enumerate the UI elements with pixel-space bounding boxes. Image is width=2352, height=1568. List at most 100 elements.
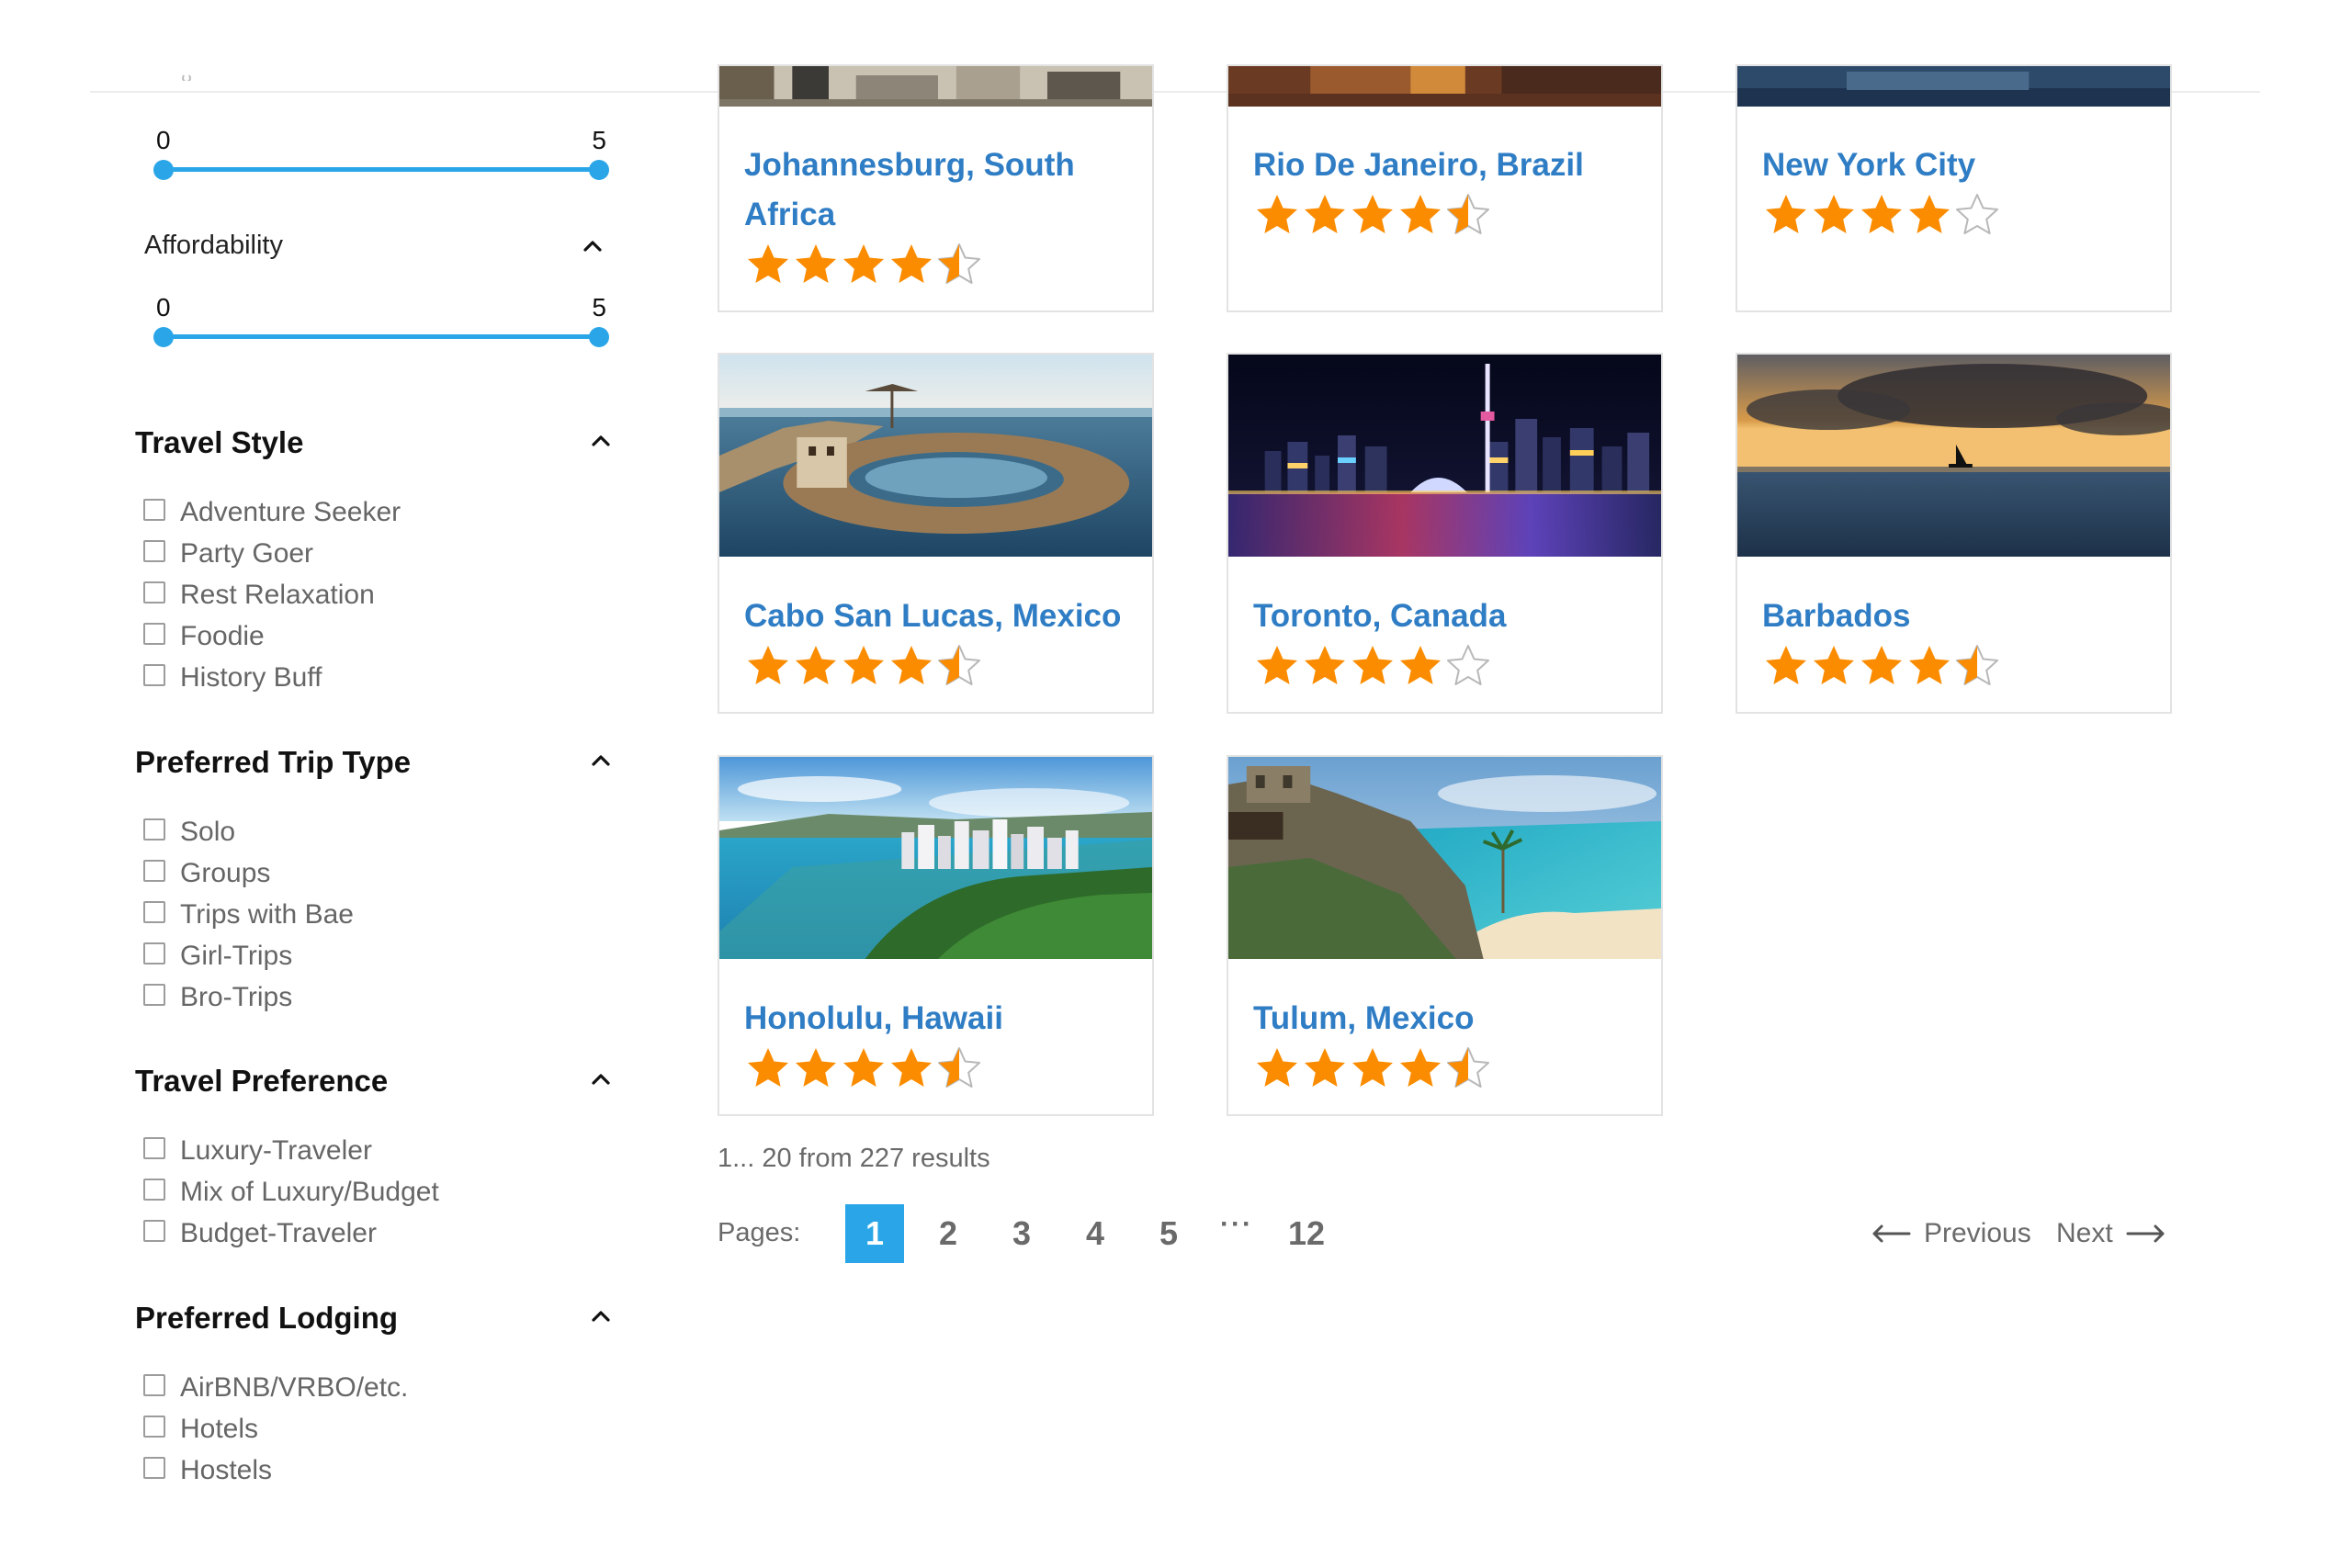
checkbox-label: Budget-Traveler — [180, 1218, 377, 1248]
destination-card[interactable]: Honolulu, Hawaii — [718, 755, 1154, 1116]
checkbox-box[interactable] — [143, 860, 165, 882]
checkbox-airbnb-vrbo[interactable]: AirBNB/VRBO/etc. — [143, 1370, 408, 1406]
destination-title-link[interactable]: Honolulu, Hawaii — [744, 994, 1139, 1043]
checkbox-bro-trips[interactable]: Bro-Trips — [143, 979, 292, 1016]
affordability-range-track[interactable] — [164, 334, 599, 339]
affordability-range-slider[interactable]: 0 5 — [152, 293, 611, 367]
checkbox-groups[interactable]: Groups — [143, 855, 270, 892]
rating-range-min-handle[interactable] — [153, 160, 174, 180]
page-5-button[interactable]: 5 — [1139, 1204, 1198, 1263]
rating-range-track[interactable] — [164, 167, 599, 172]
star-full-icon — [891, 646, 932, 684]
checkbox-hostels[interactable]: Hostels — [143, 1452, 272, 1489]
checkbox-foodie[interactable]: Foodie — [143, 618, 265, 655]
previous-page-label: Previous — [1924, 1218, 2031, 1248]
page-12-button[interactable]: 12 — [1277, 1204, 1336, 1263]
page-2-button[interactable]: 2 — [919, 1204, 978, 1263]
checkbox-box[interactable] — [143, 499, 165, 521]
star-full-icon — [843, 646, 884, 684]
checkbox-budget-traveler[interactable]: Budget-Traveler — [143, 1215, 377, 1252]
affordability-range-min-handle[interactable] — [153, 327, 174, 347]
star-full-icon — [1861, 646, 1902, 684]
destination-card[interactable]: Toronto, Canada — [1227, 353, 1663, 714]
previous-page-link[interactable]: Previous — [1871, 1218, 2031, 1249]
checkbox-box[interactable] — [143, 1179, 165, 1201]
checkbox-adventure-seeker[interactable]: Adventure Seeker — [143, 494, 401, 531]
checkbox-box[interactable] — [143, 581, 165, 604]
destination-photo[interactable] — [1228, 66, 1661, 107]
lodging-collapse-chevron-up-icon[interactable] — [591, 1306, 611, 1326]
destination-title-link[interactable]: Tulum, Mexico — [1253, 994, 1648, 1043]
destination-title-link[interactable]: Johannesburg, South Africa — [744, 141, 1139, 240]
destination-title-link[interactable]: Rio De Janeiro, Brazil — [1253, 141, 1648, 190]
arrow-right-icon — [2126, 1224, 2165, 1243]
page-1-button[interactable]: 1 — [845, 1204, 904, 1263]
checkbox-history-buff[interactable]: History Buff — [143, 660, 322, 696]
next-page-link[interactable]: Next — [2056, 1218, 2166, 1249]
destination-photo[interactable] — [719, 66, 1152, 107]
destination-title-link[interactable]: Cabo San Lucas, Mexico — [744, 592, 1139, 641]
destination-card[interactable]: Barbados — [1736, 353, 2172, 714]
star-full-icon — [1352, 1048, 1393, 1087]
checkbox-box[interactable] — [143, 1416, 165, 1438]
destination-photo[interactable] — [719, 355, 1152, 557]
travel-style-collapse-chevron-up-icon[interactable] — [591, 431, 611, 451]
checkbox-box[interactable] — [143, 901, 165, 923]
checkbox-box[interactable] — [143, 1457, 165, 1479]
destination-card[interactable]: New York City — [1736, 64, 2172, 312]
trip-type-collapse-chevron-up-icon[interactable] — [591, 750, 611, 771]
checkbox-box[interactable] — [143, 540, 165, 562]
rating-range-slider[interactable]: 0 5 — [152, 126, 611, 199]
destination-title-link[interactable]: New York City — [1762, 141, 2157, 190]
checkbox-mix-luxury-budget[interactable]: Mix of Luxury/Budget — [143, 1174, 439, 1211]
checkbox-box[interactable] — [143, 818, 165, 840]
page-3-button[interactable]: 3 — [992, 1204, 1051, 1263]
checkbox-solo[interactable]: Solo — [143, 814, 235, 851]
rating-filter-label-clipped — [179, 70, 192, 81]
checkbox-girl-trips[interactable]: Girl-Trips — [143, 938, 292, 975]
affordability-title: Affordability — [144, 231, 283, 260]
checkbox-party-goer[interactable]: Party Goer — [143, 536, 313, 572]
checkbox-box[interactable] — [143, 623, 165, 645]
destination-card[interactable]: Johannesburg, South Africa — [718, 64, 1154, 312]
checkbox-trips-with-bae[interactable]: Trips with Bae — [143, 897, 354, 933]
checkbox-label: History Buff — [180, 662, 322, 693]
checkbox-box[interactable] — [143, 942, 165, 964]
star-empty-icon — [1956, 194, 1998, 234]
checkbox-luxury-traveler[interactable]: Luxury-Traveler — [143, 1133, 372, 1169]
checkbox-label: Mix of Luxury/Budget — [180, 1177, 439, 1207]
destination-photo[interactable] — [719, 757, 1152, 959]
star-rating — [744, 643, 983, 687]
destination-card[interactable]: Rio De Janeiro, Brazil — [1227, 64, 1663, 312]
destination-card[interactable]: Tulum, Mexico — [1227, 755, 1663, 1116]
destination-photo[interactable] — [1737, 66, 2170, 107]
star-full-icon — [1814, 195, 1854, 233]
star-full-icon — [891, 244, 932, 283]
destination-photo[interactable] — [1228, 355, 1661, 557]
checkbox-label: Luxury-Traveler — [180, 1135, 372, 1166]
destination-card[interactable]: Cabo San Lucas, Mexico — [718, 353, 1154, 714]
star-full-icon — [1305, 195, 1345, 233]
checkbox-rest-relaxation[interactable]: Rest Relaxation — [143, 577, 375, 614]
travel-preference-collapse-chevron-up-icon[interactable] — [591, 1069, 611, 1089]
destination-photo[interactable] — [1737, 355, 2170, 557]
affordability-collapse-chevron-up-icon[interactable] — [582, 236, 603, 256]
affordability-range-max-handle[interactable] — [589, 327, 609, 347]
star-rating — [744, 1045, 983, 1089]
checkbox-label: AirBNB/VRBO/etc. — [180, 1372, 409, 1403]
checkbox-label: Groups — [180, 858, 271, 888]
destination-title-link[interactable]: Barbados — [1762, 592, 2157, 641]
rating-range-max-handle[interactable] — [589, 160, 609, 180]
checkbox-box[interactable] — [143, 664, 165, 686]
page-4-button[interactable]: 4 — [1066, 1204, 1125, 1263]
star-full-icon — [748, 646, 788, 684]
checkbox-hotels[interactable]: Hotels — [143, 1411, 258, 1448]
star-full-icon — [891, 1048, 932, 1087]
checkbox-box[interactable] — [143, 1137, 165, 1159]
destination-title-link[interactable]: Toronto, Canada — [1253, 592, 1648, 641]
star-full-icon — [1257, 195, 1297, 233]
checkbox-box[interactable] — [143, 1374, 165, 1396]
destination-photo[interactable] — [1228, 757, 1661, 959]
checkbox-box[interactable] — [143, 984, 165, 1006]
checkbox-box[interactable] — [143, 1220, 165, 1242]
